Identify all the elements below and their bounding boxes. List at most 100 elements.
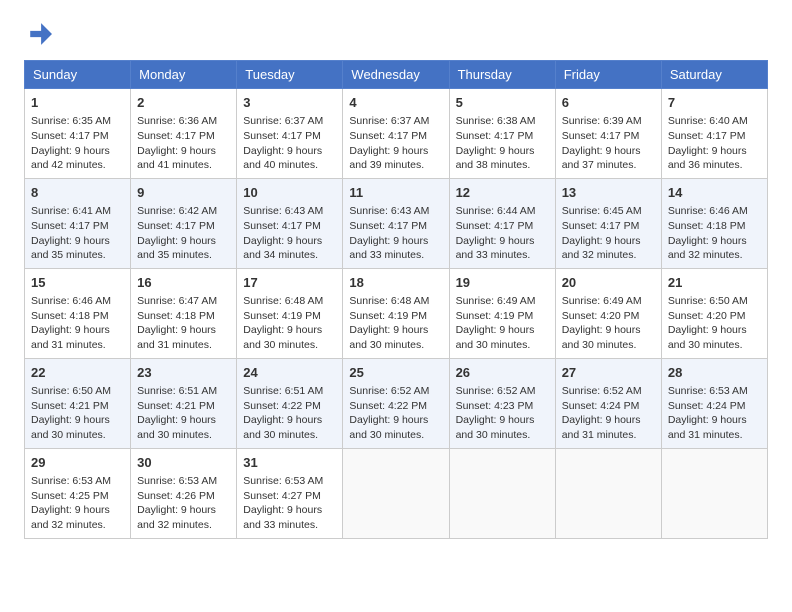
day-cell <box>343 448 449 538</box>
sunrise-label: Sunrise: 6:37 AM <box>243 115 323 127</box>
calendar-body: 1 Sunrise: 6:35 AM Sunset: 4:17 PM Dayli… <box>25 89 768 539</box>
header-wednesday: Wednesday <box>343 61 449 89</box>
daylight-label: Daylight: 9 hours and 32 minutes. <box>668 235 747 262</box>
header-sunday: Sunday <box>25 61 131 89</box>
sunset-label: Sunset: 4:17 PM <box>137 220 215 232</box>
daylight-label: Daylight: 9 hours and 42 minutes. <box>31 145 110 172</box>
day-cell: 6 Sunrise: 6:39 AM Sunset: 4:17 PM Dayli… <box>555 89 661 179</box>
logo <box>24 20 56 48</box>
daylight-label: Daylight: 9 hours and 30 minutes. <box>349 414 428 441</box>
sunset-label: Sunset: 4:24 PM <box>562 400 640 412</box>
sunset-label: Sunset: 4:18 PM <box>137 310 215 322</box>
sunrise-label: Sunrise: 6:49 AM <box>456 295 536 307</box>
sunrise-label: Sunrise: 6:39 AM <box>562 115 642 127</box>
day-cell: 3 Sunrise: 6:37 AM Sunset: 4:17 PM Dayli… <box>237 89 343 179</box>
sunset-label: Sunset: 4:17 PM <box>243 220 321 232</box>
sunset-label: Sunset: 4:22 PM <box>243 400 321 412</box>
daylight-label: Daylight: 9 hours and 38 minutes. <box>456 145 535 172</box>
sunrise-label: Sunrise: 6:53 AM <box>243 475 323 487</box>
day-cell: 17 Sunrise: 6:48 AM Sunset: 4:19 PM Dayl… <box>237 268 343 358</box>
daylight-label: Daylight: 9 hours and 32 minutes. <box>31 504 110 531</box>
daylight-label: Daylight: 9 hours and 30 minutes. <box>243 414 322 441</box>
day-cell: 23 Sunrise: 6:51 AM Sunset: 4:21 PM Dayl… <box>131 358 237 448</box>
sunset-label: Sunset: 4:26 PM <box>137 490 215 502</box>
calendar-table: SundayMondayTuesdayWednesdayThursdayFrid… <box>24 60 768 539</box>
sunrise-label: Sunrise: 6:52 AM <box>349 385 429 397</box>
daylight-label: Daylight: 9 hours and 35 minutes. <box>31 235 110 262</box>
day-number: 25 <box>349 364 442 382</box>
sunrise-label: Sunrise: 6:43 AM <box>243 205 323 217</box>
daylight-label: Daylight: 9 hours and 36 minutes. <box>668 145 747 172</box>
day-number: 16 <box>137 274 230 292</box>
sunset-label: Sunset: 4:17 PM <box>562 220 640 232</box>
sunrise-label: Sunrise: 6:41 AM <box>31 205 111 217</box>
day-cell: 24 Sunrise: 6:51 AM Sunset: 4:22 PM Dayl… <box>237 358 343 448</box>
day-cell: 19 Sunrise: 6:49 AM Sunset: 4:19 PM Dayl… <box>449 268 555 358</box>
day-cell: 28 Sunrise: 6:53 AM Sunset: 4:24 PM Dayl… <box>661 358 767 448</box>
daylight-label: Daylight: 9 hours and 31 minutes. <box>668 414 747 441</box>
sunrise-label: Sunrise: 6:37 AM <box>349 115 429 127</box>
day-cell: 30 Sunrise: 6:53 AM Sunset: 4:26 PM Dayl… <box>131 448 237 538</box>
day-cell: 11 Sunrise: 6:43 AM Sunset: 4:17 PM Dayl… <box>343 178 449 268</box>
day-cell: 7 Sunrise: 6:40 AM Sunset: 4:17 PM Dayli… <box>661 89 767 179</box>
sunset-label: Sunset: 4:24 PM <box>668 400 746 412</box>
daylight-label: Daylight: 9 hours and 33 minutes. <box>349 235 428 262</box>
day-cell: 27 Sunrise: 6:52 AM Sunset: 4:24 PM Dayl… <box>555 358 661 448</box>
day-number: 7 <box>668 94 761 112</box>
day-cell <box>555 448 661 538</box>
sunrise-label: Sunrise: 6:43 AM <box>349 205 429 217</box>
page-header <box>24 20 768 48</box>
sunset-label: Sunset: 4:17 PM <box>456 130 534 142</box>
day-number: 3 <box>243 94 336 112</box>
sunset-label: Sunset: 4:19 PM <box>456 310 534 322</box>
daylight-label: Daylight: 9 hours and 32 minutes. <box>562 235 641 262</box>
sunset-label: Sunset: 4:17 PM <box>349 220 427 232</box>
day-number: 19 <box>456 274 549 292</box>
day-number: 9 <box>137 184 230 202</box>
day-number: 12 <box>456 184 549 202</box>
day-number: 22 <box>31 364 124 382</box>
day-number: 17 <box>243 274 336 292</box>
day-cell <box>449 448 555 538</box>
day-cell: 10 Sunrise: 6:43 AM Sunset: 4:17 PM Dayl… <box>237 178 343 268</box>
day-cell: 12 Sunrise: 6:44 AM Sunset: 4:17 PM Dayl… <box>449 178 555 268</box>
sunrise-label: Sunrise: 6:36 AM <box>137 115 217 127</box>
day-number: 21 <box>668 274 761 292</box>
calendar-header: SundayMondayTuesdayWednesdayThursdayFrid… <box>25 61 768 89</box>
header-friday: Friday <box>555 61 661 89</box>
header-tuesday: Tuesday <box>237 61 343 89</box>
week-row-2: 8 Sunrise: 6:41 AM Sunset: 4:17 PM Dayli… <box>25 178 768 268</box>
daylight-label: Daylight: 9 hours and 32 minutes. <box>137 504 216 531</box>
day-cell: 18 Sunrise: 6:48 AM Sunset: 4:19 PM Dayl… <box>343 268 449 358</box>
day-cell: 25 Sunrise: 6:52 AM Sunset: 4:22 PM Dayl… <box>343 358 449 448</box>
day-cell <box>661 448 767 538</box>
sunset-label: Sunset: 4:23 PM <box>456 400 534 412</box>
day-cell: 31 Sunrise: 6:53 AM Sunset: 4:27 PM Dayl… <box>237 448 343 538</box>
day-cell: 13 Sunrise: 6:45 AM Sunset: 4:17 PM Dayl… <box>555 178 661 268</box>
sunset-label: Sunset: 4:21 PM <box>137 400 215 412</box>
day-number: 30 <box>137 454 230 472</box>
daylight-label: Daylight: 9 hours and 30 minutes. <box>31 414 110 441</box>
sunrise-label: Sunrise: 6:50 AM <box>31 385 111 397</box>
logo-icon <box>24 20 52 48</box>
week-row-1: 1 Sunrise: 6:35 AM Sunset: 4:17 PM Dayli… <box>25 89 768 179</box>
day-number: 6 <box>562 94 655 112</box>
sunrise-label: Sunrise: 6:51 AM <box>137 385 217 397</box>
sunrise-label: Sunrise: 6:38 AM <box>456 115 536 127</box>
sunset-label: Sunset: 4:17 PM <box>31 220 109 232</box>
day-number: 1 <box>31 94 124 112</box>
day-number: 2 <box>137 94 230 112</box>
sunset-label: Sunset: 4:20 PM <box>562 310 640 322</box>
sunset-label: Sunset: 4:27 PM <box>243 490 321 502</box>
sunrise-label: Sunrise: 6:52 AM <box>456 385 536 397</box>
daylight-label: Daylight: 9 hours and 31 minutes. <box>562 414 641 441</box>
sunrise-label: Sunrise: 6:48 AM <box>243 295 323 307</box>
sunset-label: Sunset: 4:22 PM <box>349 400 427 412</box>
week-row-3: 15 Sunrise: 6:46 AM Sunset: 4:18 PM Dayl… <box>25 268 768 358</box>
day-number: 31 <box>243 454 336 472</box>
daylight-label: Daylight: 9 hours and 39 minutes. <box>349 145 428 172</box>
sunset-label: Sunset: 4:17 PM <box>349 130 427 142</box>
day-number: 8 <box>31 184 124 202</box>
day-cell: 9 Sunrise: 6:42 AM Sunset: 4:17 PM Dayli… <box>131 178 237 268</box>
day-cell: 15 Sunrise: 6:46 AM Sunset: 4:18 PM Dayl… <box>25 268 131 358</box>
